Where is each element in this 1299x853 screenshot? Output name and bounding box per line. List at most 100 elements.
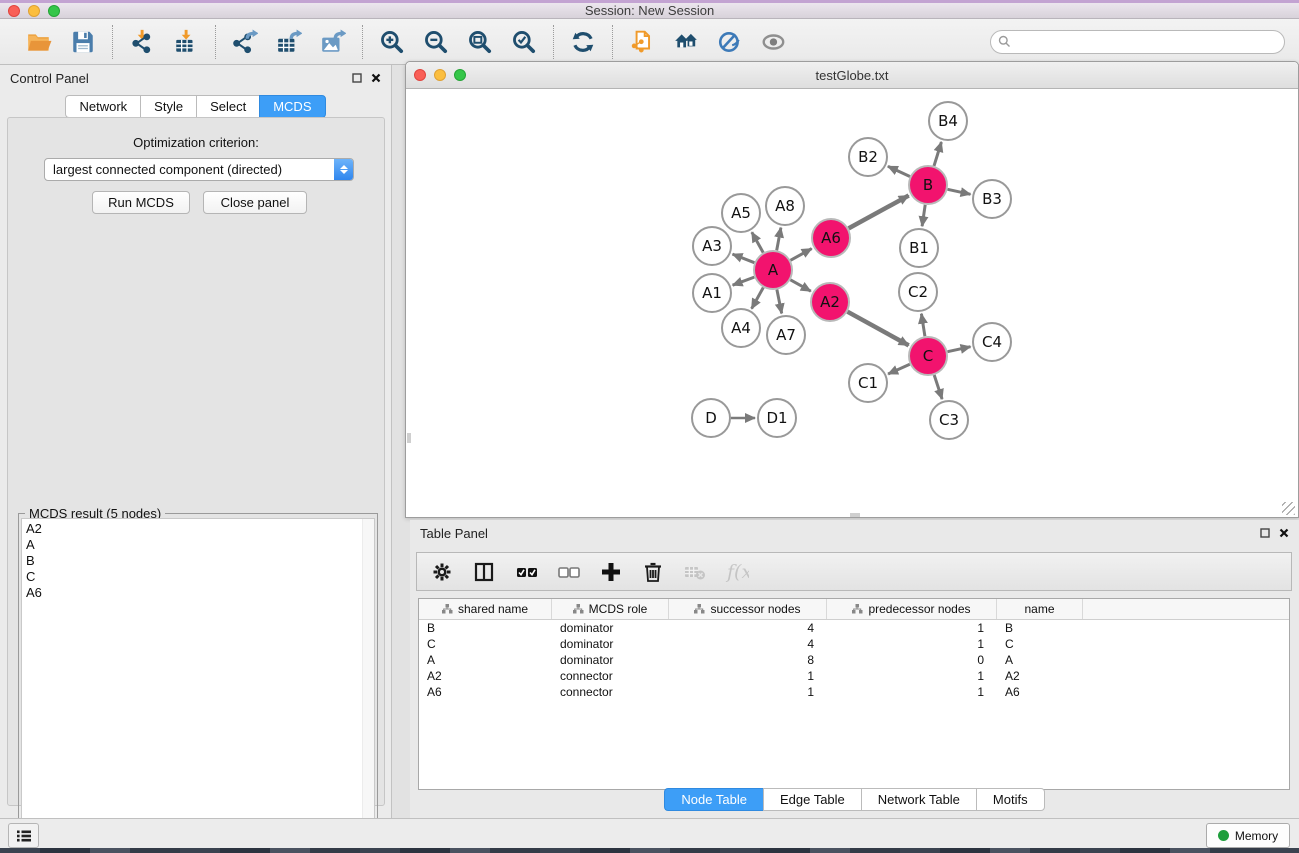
edge-C-C4[interactable] [948, 347, 971, 352]
mcds-result-list[interactable]: A2ABCA6 [21, 518, 375, 853]
toolbar-zoom-fit-button[interactable] [461, 24, 499, 60]
node-A1[interactable]: A1 [693, 274, 731, 312]
close-table-panel-icon[interactable] [1279, 528, 1289, 538]
node-B3[interactable]: B3 [973, 180, 1011, 218]
control-tab-mcds[interactable]: MCDS [259, 95, 325, 118]
mcds-result-item[interactable]: B [26, 553, 374, 569]
table-tab-network-table[interactable]: Network Table [861, 788, 976, 811]
toolbar-zoom-selected-button[interactable] [505, 24, 543, 60]
edge-A-A6[interactable] [791, 249, 812, 261]
edge-C-C1[interactable] [888, 364, 910, 374]
table-row[interactable]: Adominator80A [419, 652, 1289, 668]
edge-A2-C[interactable] [848, 312, 909, 346]
edge-A6-B[interactable] [849, 196, 909, 229]
control-tab-select[interactable]: Select [196, 95, 259, 118]
table-toolbar-table-settings-button[interactable] [429, 557, 457, 587]
node-C3[interactable]: C3 [930, 401, 968, 439]
table-toolbar-deselect-all-rows-button[interactable] [555, 557, 583, 587]
close-panel-icon[interactable] [371, 73, 381, 83]
node-C[interactable]: C [909, 337, 947, 375]
edge-A-A3[interactable] [733, 254, 755, 263]
edge-C-C3[interactable] [934, 375, 942, 399]
table-tab-edge-table[interactable]: Edge Table [763, 788, 861, 811]
edge-C-C2[interactable] [921, 314, 925, 337]
edge-B-B3[interactable] [948, 189, 971, 194]
node-A3[interactable]: A3 [693, 227, 731, 265]
edge-A-A8[interactable] [777, 228, 781, 251]
table-row[interactable]: A2connector11A2 [419, 668, 1289, 684]
window-resize-grip[interactable] [1282, 502, 1295, 515]
node-A6[interactable]: A6 [812, 219, 850, 257]
edge-A-A1[interactable] [733, 277, 755, 285]
toolbar-refresh-view-button[interactable] [564, 24, 602, 60]
node-B[interactable]: B [909, 166, 947, 204]
mcds-result-scrollbar[interactable] [362, 519, 374, 852]
edge-B-B4[interactable] [934, 142, 941, 166]
column-header-shared-name[interactable]: shared name [419, 599, 552, 619]
toolbar-import-network-button[interactable] [123, 24, 161, 60]
float-panel-icon[interactable] [352, 73, 362, 83]
task-history-button[interactable] [8, 823, 39, 848]
table-toolbar-add-column-button[interactable] [597, 557, 625, 587]
node-table[interactable]: shared nameMCDS rolesuccessor nodesprede… [418, 598, 1290, 790]
toolbar-open-session-button[interactable] [20, 24, 58, 60]
table-toolbar-select-all-rows-button[interactable] [513, 557, 541, 587]
optimization-criterion-select[interactable]: largest connected component (directed) [44, 158, 354, 181]
control-tab-style[interactable]: Style [140, 95, 196, 118]
node-A4[interactable]: A4 [722, 309, 760, 347]
memory-button[interactable]: Memory [1206, 823, 1290, 848]
toolbar-home-button[interactable] [667, 24, 705, 60]
search-input[interactable] [1015, 32, 1284, 52]
node-A7[interactable]: A7 [767, 316, 805, 354]
node-B2[interactable]: B2 [849, 138, 887, 176]
node-B4[interactable]: B4 [929, 102, 967, 140]
table-tab-motifs[interactable]: Motifs [976, 788, 1045, 811]
toolbar-hide-graphics-details-button[interactable] [711, 24, 749, 60]
node-C4[interactable]: C4 [973, 323, 1011, 361]
table-row[interactable]: Bdominator41B [419, 620, 1289, 636]
run-mcds-button[interactable]: Run MCDS [92, 191, 190, 214]
column-header-predecessor-nodes[interactable]: predecessor nodes [827, 599, 997, 619]
toolbar-export-table-button[interactable] [270, 24, 308, 60]
float-table-panel-icon[interactable] [1260, 528, 1270, 538]
table-toolbar-toggle-column-pane-button[interactable] [471, 557, 499, 587]
edge-B-B1[interactable] [922, 205, 925, 226]
table-toolbar-delete-column-button[interactable] [639, 557, 667, 587]
column-header-MCDS-role[interactable]: MCDS role [552, 599, 669, 619]
network-canvas[interactable]: AA1A2A3A4A5A6A7A8BB1B2B3B4CC1C2C3C4DD1 [407, 90, 1297, 517]
toolbar-import-table-button[interactable] [167, 24, 205, 60]
edge-A-A7[interactable] [777, 290, 782, 314]
toolbar-zoom-in-button[interactable] [373, 24, 411, 60]
mcds-result-item[interactable]: A6 [26, 585, 374, 601]
toolbar-save-session-button[interactable] [64, 24, 102, 60]
toolbar-zoom-out-button[interactable] [417, 24, 455, 60]
table-row[interactable]: Cdominator41C [419, 636, 1289, 652]
toolbar-export-network-button[interactable] [226, 24, 264, 60]
column-header-name[interactable]: name [997, 599, 1083, 619]
close-panel-button[interactable]: Close panel [203, 191, 307, 214]
toolbar-clone-network-button[interactable] [623, 24, 661, 60]
node-A8[interactable]: A8 [766, 187, 804, 225]
edge-A-A4[interactable] [752, 288, 764, 309]
table-row[interactable]: A6connector11A6 [419, 684, 1289, 700]
node-C2[interactable]: C2 [899, 273, 937, 311]
toolbar-export-image-button[interactable] [314, 24, 352, 60]
mcds-result-item[interactable]: A [26, 537, 374, 553]
search-box[interactable] [990, 30, 1285, 54]
node-B1[interactable]: B1 [900, 229, 938, 267]
column-header-successor-nodes[interactable]: successor nodes [669, 599, 827, 619]
edge-B-B2[interactable] [888, 166, 910, 176]
edge-A-A5[interactable] [752, 232, 763, 252]
mcds-result-item[interactable]: C [26, 569, 374, 585]
node-A5[interactable]: A5 [722, 194, 760, 232]
toolbar-show-graphics-details-button[interactable] [755, 24, 793, 60]
network-window-titlebar[interactable]: testGlobe.txt [406, 62, 1298, 89]
table-tab-node-table[interactable]: Node Table [664, 788, 763, 811]
node-A[interactable]: A [754, 251, 792, 289]
node-A2[interactable]: A2 [811, 283, 849, 321]
control-tab-network[interactable]: Network [65, 95, 140, 118]
node-C1[interactable]: C1 [849, 364, 887, 402]
node-D1[interactable]: D1 [758, 399, 796, 437]
edge-A-A2[interactable] [790, 280, 810, 291]
mcds-result-item[interactable]: A2 [26, 521, 374, 537]
